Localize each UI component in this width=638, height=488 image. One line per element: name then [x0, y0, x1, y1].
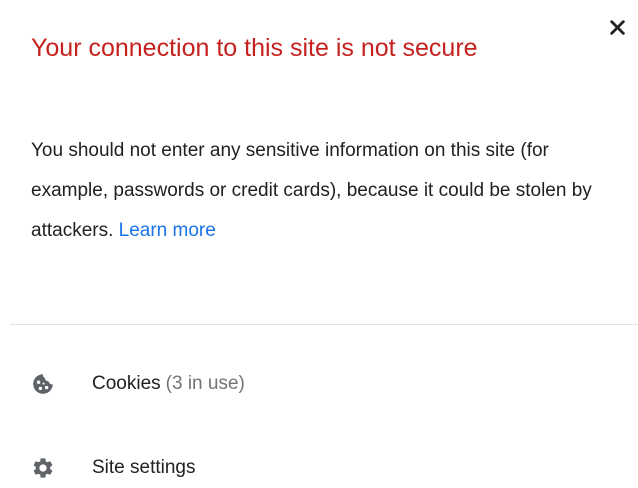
connection-warning-title: Your connection to this site is not secu…	[31, 34, 478, 62]
cookie-icon	[31, 372, 55, 396]
gear-icon	[31, 456, 55, 480]
site-settings-row[interactable]: Site settings	[31, 448, 351, 488]
close-button[interactable]	[604, 14, 630, 40]
close-icon	[609, 19, 625, 35]
site-info-popup: Your connection to this site is not secu…	[0, 0, 638, 485]
cookies-label: Cookies	[92, 373, 161, 394]
learn-more-link[interactable]: Learn more	[119, 220, 216, 241]
cookies-row[interactable]: Cookies (3 in use)	[31, 364, 351, 404]
connection-warning-text: You should not enter any sensitive infor…	[31, 131, 621, 251]
divider	[10, 324, 638, 325]
site-settings-label: Site settings	[92, 457, 196, 478]
cookies-count: (3 in use)	[165, 373, 245, 394]
warning-description: You should not enter any sensitive infor…	[31, 140, 592, 241]
